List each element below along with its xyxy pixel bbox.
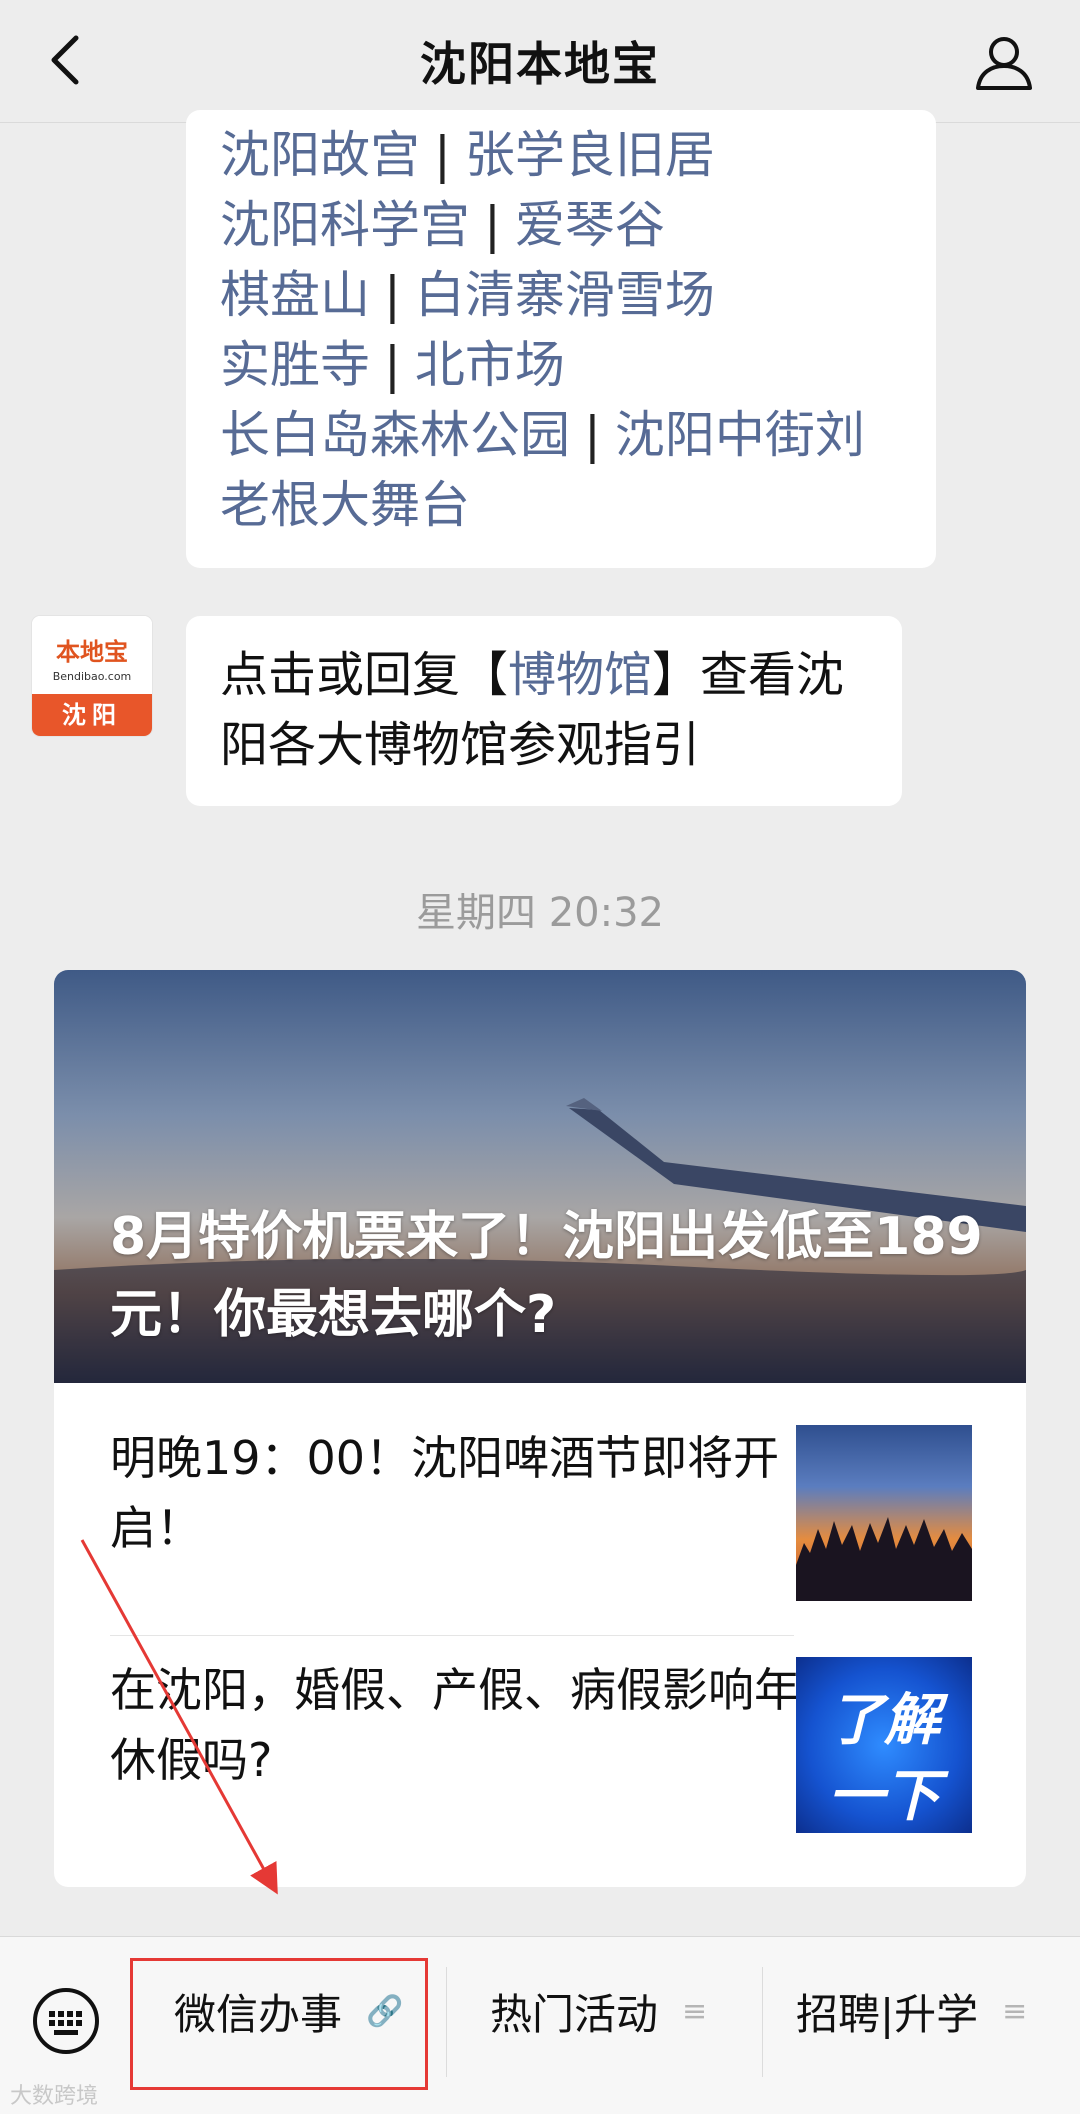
- avatar-logo: 本地宝 Bendibao.com: [32, 616, 152, 694]
- reply-text-before: 点击或回复【: [220, 647, 509, 703]
- article-hero-title: 8月特价机票来了！沈阳出发低至189元！你最想去哪个?: [110, 1207, 983, 1345]
- article-item-title: 在沈阳，婚假、产假、病假影响年休假吗?: [110, 1663, 800, 1787]
- reply-keyword-link[interactable]: 博物馆: [508, 647, 652, 703]
- message-timestamp: 星期四 20:32: [416, 890, 664, 936]
- page-title: 沈阳本地宝: [420, 37, 660, 91]
- list-icon: ≡: [682, 1993, 708, 2029]
- article-item[interactable]: 明晚19：00！沈阳啤酒节即将开启！: [54, 1383, 1026, 1615]
- link-separator: |: [484, 196, 501, 254]
- link-separator: |: [434, 126, 451, 184]
- link-row: 沈阳科学宫 | 爱琴谷: [220, 190, 900, 260]
- link-qipan-mountain[interactable]: 棋盘山: [220, 266, 370, 324]
- article-item[interactable]: 在沈阳，婚假、产假、病假影响年休假吗? 了解 一下: [54, 1615, 1026, 1847]
- thumbnail-text: 了解: [828, 1688, 940, 1753]
- link-shenyang-palace[interactable]: 沈阳故宫: [220, 126, 420, 184]
- annotation-highlight-box: [130, 1958, 428, 2090]
- message-bubble-links: 沈阳故宫 | 张学良旧居 沈阳科学宫 | 爱琴谷 棋盘山 | 白清寨滑雪场 实胜寺 | 北市场 …: [186, 110, 936, 568]
- menu-item-hot-events[interactable]: 热门活动 ≡: [490, 1961, 707, 2061]
- link-shisheng-temple[interactable]: 实胜寺: [220, 336, 370, 394]
- avatar[interactable]: 本地宝 Bendibao.com 沈阳: [32, 616, 152, 736]
- link-row: 棋盘山 | 白清寨滑雪场: [220, 260, 900, 330]
- article-hero[interactable]: 8月特价机票来了！沈阳出发低至189元！你最想去哪个?: [54, 970, 1026, 1383]
- link-beishi-market[interactable]: 北市场: [415, 336, 565, 394]
- menu-divider: [762, 1967, 763, 2077]
- article-thumbnail-beer-festival: [796, 1425, 972, 1601]
- back-arrow-icon[interactable]: [40, 30, 100, 90]
- article-item-title: 明晚19：00！沈阳啤酒节即将开启！: [110, 1431, 780, 1555]
- link-aiqin-valley[interactable]: 爱琴谷: [515, 196, 665, 254]
- list-icon: ≡: [1002, 1993, 1028, 2029]
- link-science-palace[interactable]: 沈阳科学宫: [220, 196, 470, 254]
- link-row: 老根大舞台: [220, 470, 900, 540]
- crowd-silhouette-image: [796, 1517, 972, 1601]
- article-card: 8月特价机票来了！沈阳出发低至189元！你最想去哪个? 明晚19：00！沈阳啤酒…: [54, 970, 1026, 1887]
- link-baiqingzhai-ski[interactable]: 白清寨滑雪场: [415, 266, 715, 324]
- message-bubble-reply: 点击或回复【博物馆】查看沈阳各大博物馆参观指引: [186, 616, 902, 806]
- menu-item-label: 招聘|升学: [796, 1989, 979, 2039]
- link-separator: |: [384, 266, 401, 324]
- link-separator: |: [384, 336, 401, 394]
- profile-icon[interactable]: [972, 30, 1036, 94]
- menu-divider: [446, 1967, 447, 2077]
- thumbnail-text: 一下: [828, 1764, 940, 1829]
- menu-item-jobs-education[interactable]: 招聘|升学 ≡: [796, 1961, 1027, 2061]
- keyboard-icon[interactable]: [32, 1987, 100, 2055]
- link-separator: |: [584, 406, 601, 464]
- avatar-city: 沈阳: [32, 694, 152, 736]
- link-row: 实胜寺 | 北市场: [220, 330, 900, 400]
- link-laogen-stage[interactable]: 老根大舞台: [220, 476, 470, 534]
- watermark: 大数跨境: [10, 2084, 99, 2109]
- link-changbai-island-park[interactable]: 长白岛森林公园: [220, 406, 570, 464]
- avatar-logo-subtext: Bendibao.com: [52, 670, 132, 683]
- avatar-logo-text: 本地宝: [56, 638, 128, 666]
- article-thumbnail-learn-more: 了解 一下: [796, 1657, 972, 1833]
- link-row: 长白岛森林公园 | 沈阳中街刘: [220, 400, 900, 470]
- link-zhang-xueliang-residence[interactable]: 张学良旧居: [465, 126, 715, 184]
- link-zhongjie-liu[interactable]: 沈阳中街刘: [615, 406, 865, 464]
- menu-item-label: 热门活动: [490, 1989, 659, 2039]
- nav-bar: 沈阳本地宝: [0, 0, 1080, 123]
- link-row: 沈阳故宫 | 张学良旧居: [220, 120, 900, 190]
